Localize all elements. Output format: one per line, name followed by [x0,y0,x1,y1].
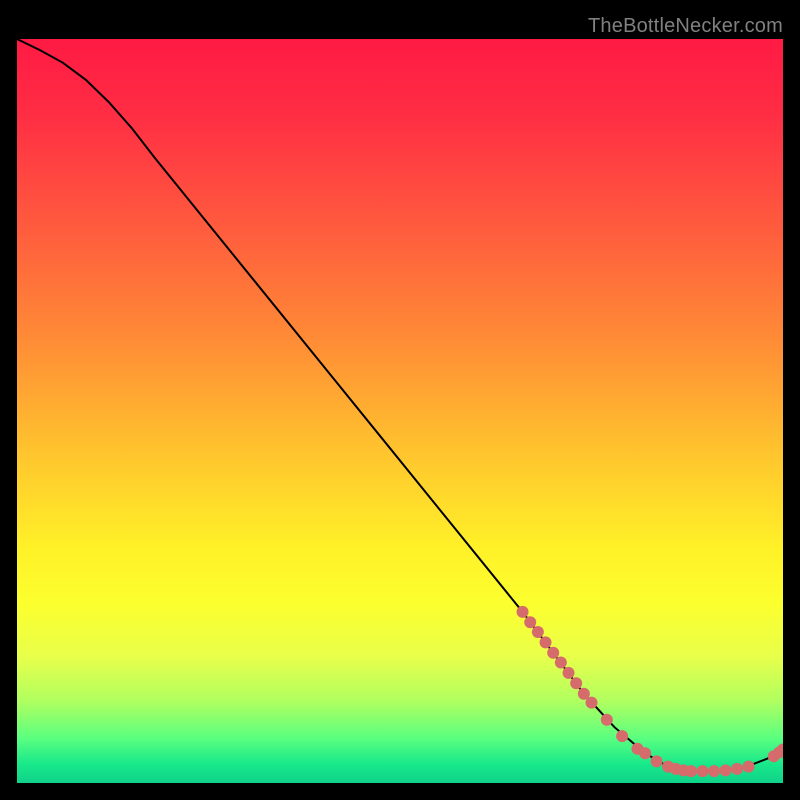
data-point [731,763,743,775]
plot-area [17,39,783,783]
data-point [697,765,709,777]
data-point [616,730,628,742]
data-point [563,667,575,679]
data-point [540,636,552,648]
data-point [651,755,663,767]
watermark-text: TheBottleNecker.com [588,15,783,38]
data-point [708,765,720,777]
data-point [570,677,582,689]
data-point [720,764,732,776]
data-point [743,761,755,773]
data-point [517,606,529,618]
data-point [639,747,651,759]
data-point [685,765,697,777]
data-point [524,616,536,628]
data-point [555,656,567,668]
data-point [547,647,559,659]
data-point [601,714,613,726]
data-point [586,697,598,709]
data-point [532,626,544,638]
bottleneck-chart [17,39,783,783]
chart-frame: TheBottleNecker.com [17,17,783,783]
gradient-background [17,39,783,783]
